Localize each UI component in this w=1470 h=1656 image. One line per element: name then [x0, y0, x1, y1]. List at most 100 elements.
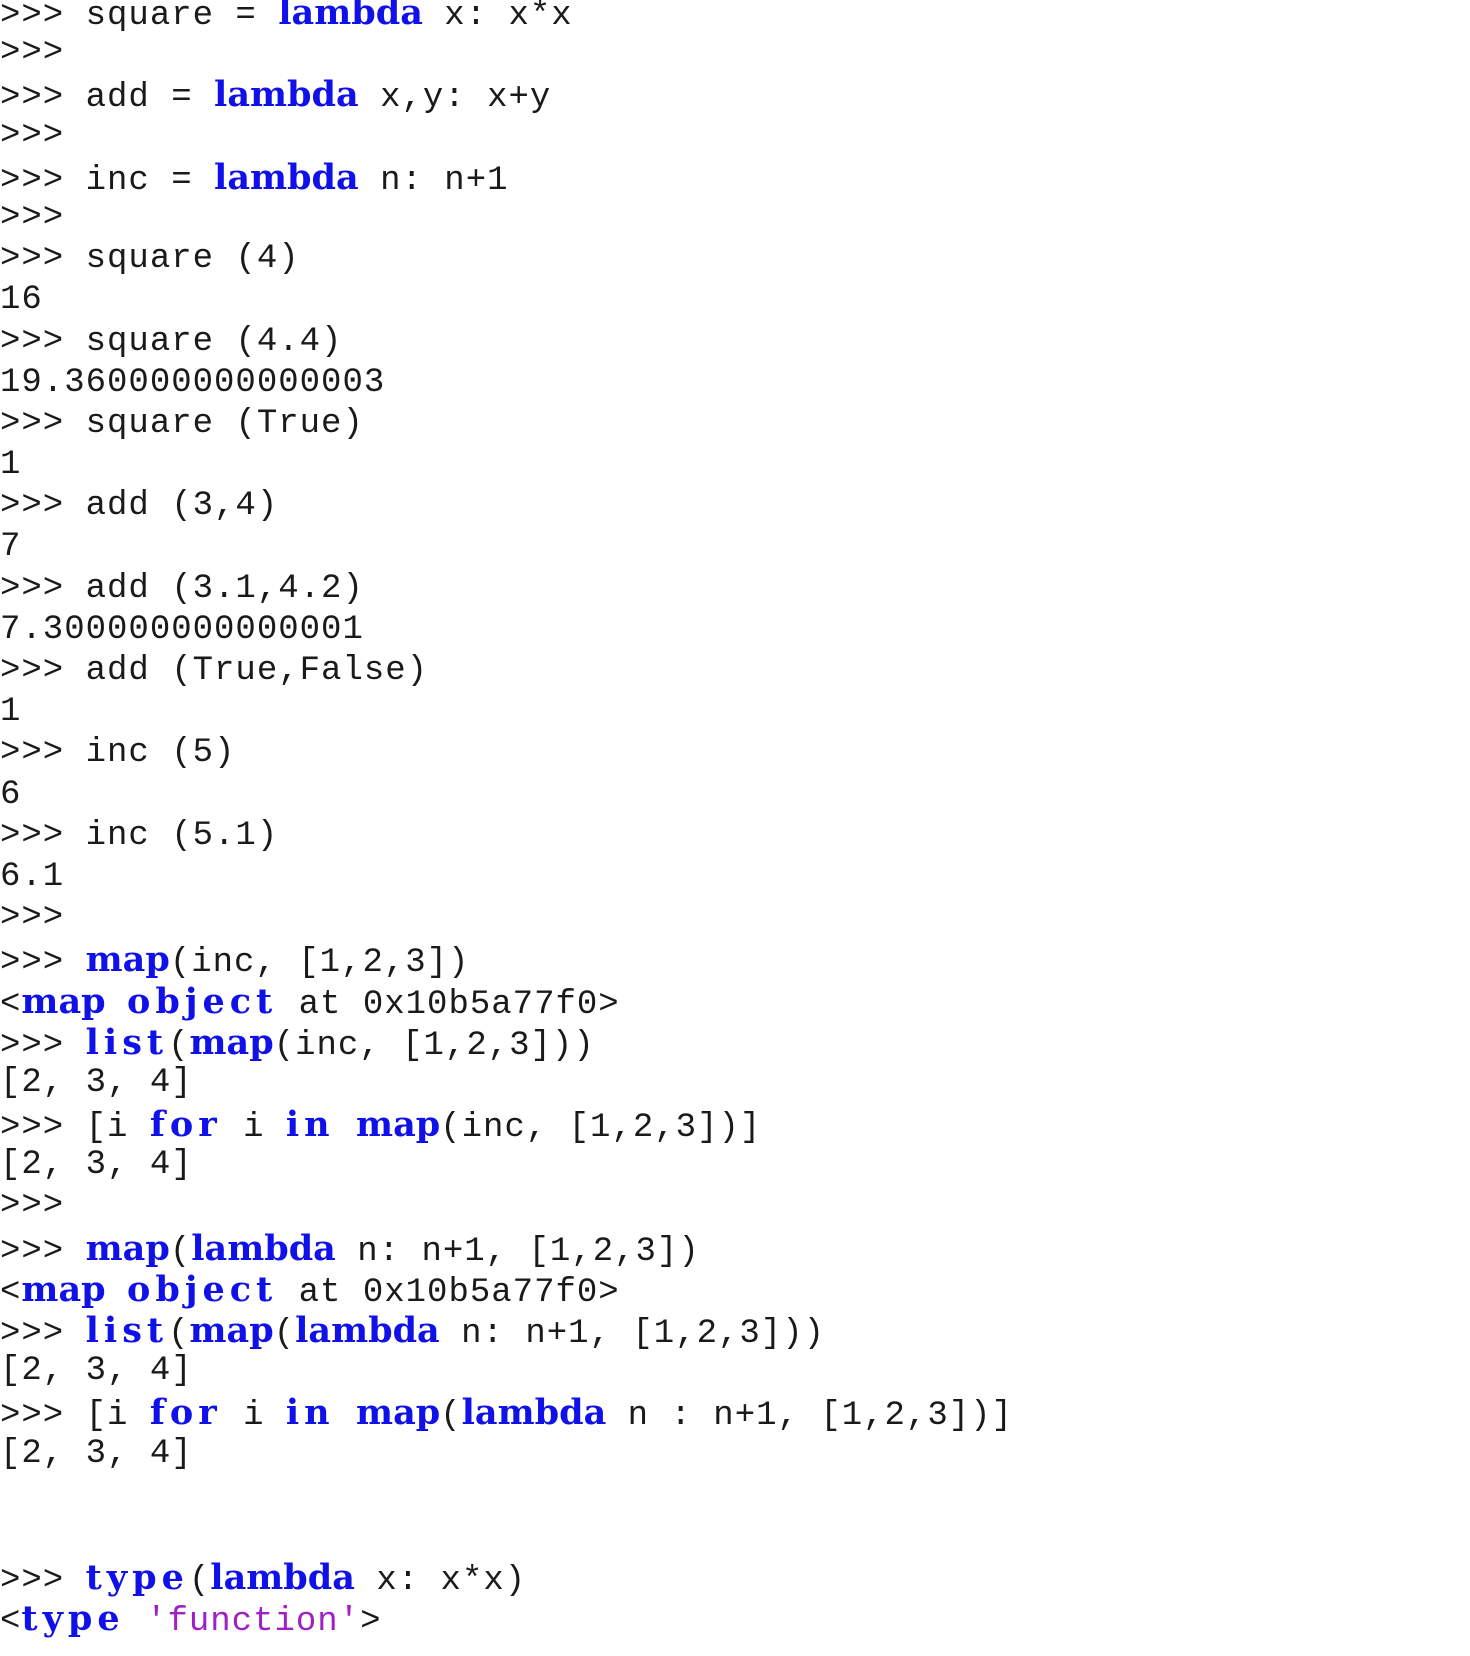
- keyword: lambda: [210, 1556, 355, 1598]
- repl-input-line: >>> add = lambda x,y: x+y: [0, 74, 1013, 118]
- repl-output-line: <map object at 0x10b5a77f0>: [0, 980, 1013, 1024]
- code-text: n: n+1, [1,2,3])): [439, 1315, 825, 1353]
- code-text: n : n+1, [1,2,3])]: [606, 1397, 1013, 1436]
- keyword: map: [85, 1227, 170, 1269]
- repl-output-line: [2, 3, 4]: [0, 1351, 1013, 1392]
- keyword: lambda: [191, 1227, 336, 1269]
- repl-input-line: >>> list(map(lambda n: n+1, [1,2,3])): [0, 1310, 1013, 1353]
- code-text: >>> square (True): [0, 404, 364, 443]
- repl-input-line: >>> inc (5): [0, 733, 1013, 774]
- code-text: >>>: [0, 116, 65, 155]
- code-text: (: [440, 1397, 462, 1436]
- code-text: >>>: [0, 34, 65, 73]
- code-text: >>> [i: [0, 1397, 150, 1436]
- repl-input-line: >>>: [0, 116, 1013, 157]
- code-text: i: [221, 1109, 286, 1148]
- repl-input-line: >>> square (4.4): [0, 322, 1013, 363]
- keyword: object: [127, 980, 278, 1022]
- code-text: n: n+1, [1,2,3]): [335, 1232, 700, 1271]
- code-text: >>>: [0, 1026, 86, 1065]
- keyword: in: [285, 1104, 335, 1146]
- keyword: lambda: [295, 1310, 440, 1351]
- repl-input-line: >>> square (True): [0, 404, 1013, 445]
- repl-output-line: 1: [0, 445, 1013, 486]
- repl-input-line: >>> map(inc, [1,2,3]): [0, 939, 1013, 982]
- code-text: >>> [i: [0, 1109, 150, 1148]
- repl-output-line: 19.360000000000003: [0, 363, 1013, 404]
- keyword: lambda: [278, 0, 423, 33]
- code-text: [2, 3, 4]: [0, 1352, 193, 1391]
- keyword: list: [85, 1021, 169, 1063]
- code-text: at 0x10b5a77f0>: [277, 1273, 620, 1312]
- repl-input-line: >>> [i for i in map(inc, [1,2,3])]: [0, 1104, 1013, 1148]
- repl-input-line: >>>: [0, 33, 1013, 74]
- repl-output-line: 6.1: [0, 857, 1013, 898]
- code-text: >>> inc =: [0, 161, 215, 200]
- code-text: x: x*x): [354, 1561, 527, 1600]
- code-text: >>>: [0, 1561, 86, 1600]
- code-text: >>> add (3,4): [0, 487, 279, 526]
- code-text: <: [0, 985, 22, 1024]
- repl-input-line: >>>: [0, 1186, 1013, 1227]
- keyword: lambda: [461, 1392, 607, 1434]
- keyword: map: [189, 1310, 274, 1351]
- code-text: <: [0, 1602, 22, 1641]
- code-text: 7: [0, 528, 22, 567]
- repl-input-line: >>> square = lambda x: x*x: [0, 0, 1013, 35]
- code-text: 16: [0, 281, 43, 320]
- code-text: (inc, [1,2,3])): [273, 1026, 595, 1065]
- keyword: object: [127, 1268, 278, 1310]
- repl-input-line: >>> add (True,False): [0, 651, 1013, 692]
- repl-output-line: 7: [0, 527, 1013, 568]
- repl-output-line: <type 'function'>: [0, 1598, 1013, 1641]
- keyword: in: [285, 1392, 335, 1434]
- code-text: <: [0, 1273, 22, 1312]
- repl-input-line: >>>: [0, 198, 1013, 239]
- code-text: >>>: [0, 198, 65, 237]
- keyword: map: [356, 1392, 441, 1434]
- code-text: (: [168, 1026, 190, 1065]
- code-text: 6.1: [0, 857, 65, 896]
- repl-input-line: >>> [i for i in map(lambda n : n+1, [1,2…: [0, 1392, 1013, 1436]
- repl-output-line: [2, 3, 4]: [0, 1063, 1013, 1104]
- code-text: >>> add (True,False): [0, 652, 429, 690]
- repl-input-line: >>> map(lambda n: n+1, [1,2,3]): [0, 1227, 1013, 1271]
- code-text: 6: [0, 775, 22, 814]
- repl-output-line: 16: [0, 280, 1013, 321]
- code-text: >>> square =: [0, 0, 279, 35]
- code-text: >>>: [0, 1315, 86, 1353]
- repl-output-line: 6: [0, 775, 1013, 816]
- code-text: (: [188, 1561, 211, 1600]
- repl-output-line: [2, 3, 4]: [0, 1434, 1013, 1475]
- code-text: x,y: x+y: [358, 79, 552, 118]
- code-text: 1: [0, 693, 22, 732]
- code-text: >>>: [0, 1232, 86, 1271]
- code-text: >>> inc (5.1): [0, 816, 279, 855]
- code-text: >>> add (3.1,4.2): [0, 569, 364, 608]
- keyword: map: [85, 939, 170, 981]
- repl-input-line: >>> add (3.1,4.2): [0, 569, 1013, 610]
- repl-input-line: >>> list(map(inc, [1,2,3])): [0, 1021, 1013, 1065]
- keyword: map: [21, 1268, 106, 1310]
- keyword: map: [21, 980, 106, 1022]
- code-text: >>> add =: [0, 79, 215, 118]
- keyword: list: [85, 1310, 169, 1351]
- repl-output-line: 1: [0, 692, 1013, 733]
- repl-input-line: >>> inc = lambda n: n+1: [0, 157, 1013, 200]
- code-text: >>> square (4): [0, 240, 300, 279]
- repl-input-line: >>> square (4): [0, 239, 1013, 280]
- blank-gap: [0, 1475, 1013, 1557]
- keyword: type: [85, 1556, 189, 1598]
- repl-input-line: >>> type(lambda x: x*x): [0, 1556, 1013, 1600]
- repl-output-line: [2, 3, 4]: [0, 1145, 1013, 1186]
- code-text: (: [169, 1232, 192, 1271]
- code-text: [2, 3, 4]: [0, 1063, 193, 1102]
- repl-output-line: <map object at 0x10b5a77f0>: [0, 1268, 1013, 1312]
- code-text: [2, 3, 4]: [0, 1146, 193, 1185]
- code-text: (inc, [1,2,3])]: [440, 1109, 762, 1148]
- code-text: n: n+1: [358, 161, 509, 200]
